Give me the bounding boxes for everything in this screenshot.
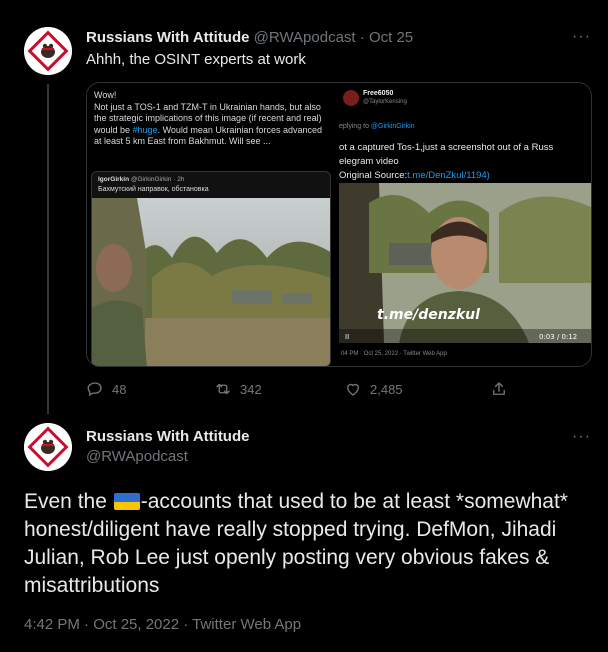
screenshot-tweet-text: Wow! Not just a TOS-1 and TZM-T in Ukrai…	[94, 90, 330, 148]
author-handle[interactable]: @RWApodcast	[254, 29, 356, 46]
more-options-icon[interactable]: ···	[572, 428, 591, 446]
author-name[interactable]: Russians With Attitude	[86, 428, 249, 445]
thread-line	[47, 84, 49, 414]
tweet-timestamp[interactable]: 4:42 PM · Oct 25, 2022 · Twitter Web App	[24, 616, 301, 633]
tweet-date[interactable]: Oct 25	[369, 29, 413, 46]
share-icon	[493, 382, 505, 395]
reply-prefix: eplying to	[339, 123, 371, 130]
tweet-media[interactable]: Wow! Not just a TOS-1 and TZM-T in Ukrai…	[86, 82, 592, 367]
battlefield-photo	[92, 198, 330, 366]
screenshot-body: ot a captured Tos-1,just a screenshot ou…	[339, 141, 553, 183]
heart-icon	[347, 383, 359, 396]
tweet-body-pre: Even the	[24, 490, 113, 513]
tweet-text: Ahhh, the OSINT experts at work	[86, 51, 306, 68]
tweet-1[interactable]: Russians With Attitude @RWApodcast · Oct…	[0, 0, 608, 414]
screenshot-footer: 04 PM · Oct 25, 2022 · Twitter Web App	[341, 351, 447, 357]
svg-text:II: II	[345, 333, 349, 341]
screenshot-source: Original Source:t.me/DenZkul/1194)	[339, 169, 553, 183]
screenshot-handle: @TaylorKensing	[363, 99, 407, 105]
tweet-body: Even the -accounts that used to be at le…	[24, 488, 600, 600]
reply-button[interactable]: 48	[86, 380, 126, 398]
soldier-photo: II t.me/denzkul 0:03 / 0:12	[339, 183, 591, 343]
media-image-left[interactable]: Wow! Not just a TOS-1 and TZM-T in Ukrai…	[87, 83, 337, 366]
ukraine-flag-icon	[113, 493, 140, 510]
reply-count: 48	[112, 381, 127, 397]
quote-text: Бахмутский направок, обстановка	[98, 186, 209, 193]
share-button[interactable]	[490, 380, 508, 398]
quote-author: IgorGirkin	[98, 176, 130, 183]
screenshot-avatar	[343, 90, 359, 106]
quote-handle: @GirkinGirkin · 2h	[130, 176, 185, 183]
separator: ·	[359, 29, 365, 46]
author-name[interactable]: Russians With Attitude	[86, 29, 249, 46]
avatar[interactable]	[24, 423, 72, 471]
author-handle[interactable]: @RWApodcast	[86, 448, 188, 465]
screenshot-line-2: elegram video	[339, 156, 399, 167]
rwa-logo-icon	[24, 27, 72, 75]
video-watermark: t.me/denzkul	[377, 307, 480, 323]
tweet-header: Russians With Attitude @RWApodcast · Oct…	[86, 29, 413, 46]
screenshot-quote-card: IgorGirkin @GirkinGirkin · 2h Бахмутский…	[91, 171, 331, 366]
reply-target: @GirkinGirkin	[370, 123, 415, 130]
screenshot-replying: eplying to @GirkinGirkin	[339, 123, 415, 130]
source-link: t.me/DenZkul/1194)	[407, 170, 490, 181]
retweet-button[interactable]: 342	[214, 380, 262, 398]
video-time: 0:03 / 0:12	[539, 333, 577, 341]
media-image-right[interactable]: Free6050 @TaylorKensing eplying to @Girk…	[339, 83, 591, 366]
retweet-count: 342	[240, 381, 262, 397]
quote-header: IgorGirkin @GirkinGirkin · 2h	[98, 176, 184, 183]
like-button[interactable]: 2,485	[344, 380, 403, 398]
more-options-icon[interactable]: ···	[572, 28, 591, 46]
screenshot-hashtag: #huge	[132, 124, 158, 135]
avatar[interactable]	[24, 27, 72, 75]
rwa-logo-icon	[24, 423, 72, 471]
tweet-actions: 48 342 2,485	[86, 376, 506, 406]
reply-icon	[87, 382, 102, 397]
like-count: 2,485	[370, 381, 403, 397]
source-label: Original Source:	[339, 170, 408, 181]
screenshot-author: Free6050	[363, 90, 394, 97]
retweet-icon	[216, 383, 230, 395]
screenshot-line-1: ot a captured Tos-1,just a screenshot ou…	[339, 142, 554, 153]
